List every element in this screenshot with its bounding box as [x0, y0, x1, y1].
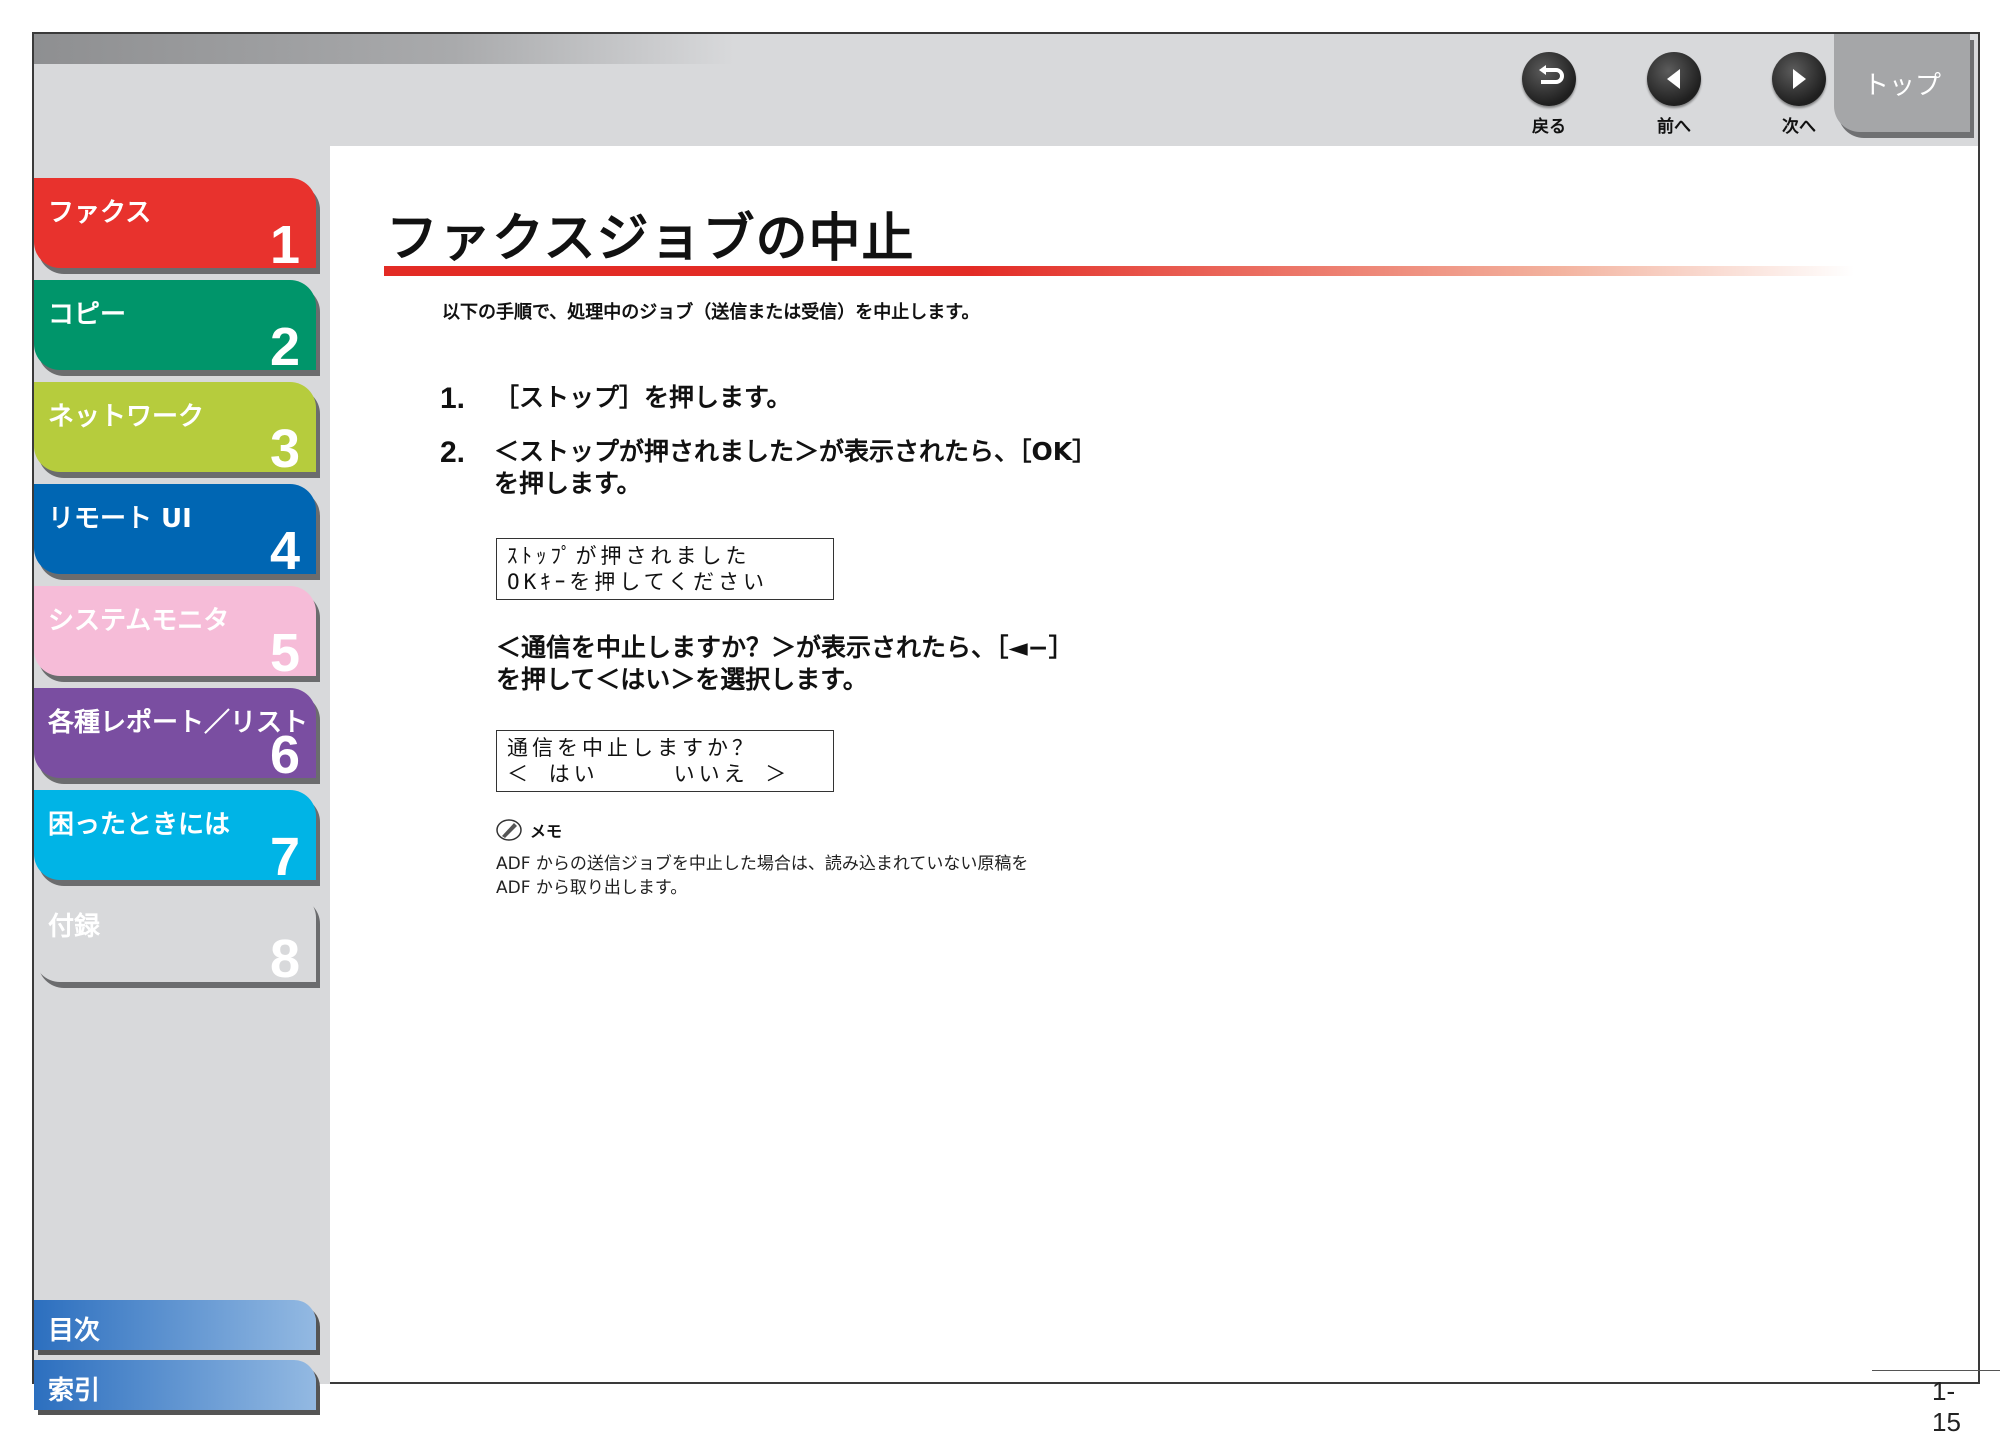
- sidebar: ファクス 1 コピー 2 ネットワーク 3 リモート UI 4 システムモニタ …: [34, 146, 330, 1410]
- lcd-line1: 通信を中止しますか？: [507, 736, 757, 760]
- memo-line1: ADF からの送信ジョブを中止した場合は、読み込まれていない原稿を: [496, 854, 1029, 874]
- lcd-line2: OKｷｰを押してください: [507, 570, 769, 594]
- chevron-left-icon: [1647, 52, 1701, 106]
- chapter-title: リモート UI: [48, 504, 192, 534]
- substep-text: ＜通信を中止しますか？＞が表示されたら、［◄−］ を押して＜はい＞を選択します。: [496, 632, 1074, 696]
- chapter-number: 6: [269, 725, 300, 785]
- lcd-line2: ＜ はい いいえ ＞: [507, 762, 791, 786]
- chapter-title: 付録: [48, 912, 101, 942]
- index-label: 索引: [48, 1376, 101, 1406]
- chapter-tab-fax[interactable]: ファクス 1: [34, 178, 316, 275]
- chapter-tab-troubleshooting[interactable]: 困ったときには 7: [34, 790, 316, 887]
- chapter-number: 5: [269, 623, 300, 683]
- prev-label: 前へ: [1657, 117, 1691, 137]
- next-label: 次へ: [1782, 117, 1816, 137]
- index-button[interactable]: 索引: [34, 1360, 316, 1410]
- top-button[interactable]: トップ: [1834, 34, 1970, 132]
- chapter-number: 4: [269, 521, 300, 581]
- chapter-title: コピー: [48, 300, 127, 330]
- chapter-tab-appendix[interactable]: 付録 8: [34, 892, 316, 989]
- intro-text: 以下の手順で、処理中のジョブ（送信または受信）を中止します。: [442, 302, 980, 323]
- chapter-number: 1: [269, 215, 300, 275]
- back-label: 戻る: [1532, 117, 1566, 137]
- chapter-title: ネットワーク: [48, 402, 205, 432]
- chapter-number: 2: [269, 317, 300, 377]
- top-bar: 戻る 前へ 次へ トップ: [34, 34, 1978, 146]
- chapter-tab-network[interactable]: ネットワーク 3: [34, 382, 316, 479]
- chapter-tab-remote-ui[interactable]: リモート UI 4: [34, 484, 316, 581]
- memo-heading: メモ: [496, 818, 562, 842]
- chapter-tab-reports-lists[interactable]: 各種レポート／リスト 6: [34, 688, 316, 785]
- pencil-icon: [496, 819, 522, 841]
- step-2: 2. ＜ストップが押されました＞が表示されたら、［OK］ を押します。: [440, 436, 1097, 500]
- chapter-title: ファクス: [48, 198, 152, 228]
- page-number: 1-15: [1932, 1376, 1961, 1437]
- step-text-line1: ＜ストップが押されました＞が表示されたら、［OK］: [494, 437, 1098, 466]
- memo-text: ADF からの送信ジョブを中止した場合は、読み込まれていない原稿を ADF から…: [496, 852, 1028, 900]
- contents-label: 目次: [48, 1316, 101, 1346]
- chapter-title: 困ったときには: [48, 810, 231, 840]
- contents-button[interactable]: 目次: [34, 1300, 316, 1350]
- step-1: 1. ［ストップ］を押します。: [440, 382, 792, 416]
- chapter-number: 3: [269, 419, 300, 479]
- back-button[interactable]: 戻る: [1509, 52, 1589, 137]
- lcd-line1: ｽﾄｯﾌﾟが押されました: [507, 544, 751, 568]
- page-frame: 戻る 前へ 次へ トップ ファクス 1 コピー 2 ネットワーク 3 リモート …: [32, 32, 2000, 1437]
- page-number-rule: [1872, 1370, 2000, 1371]
- next-button[interactable]: 次へ: [1759, 52, 1839, 137]
- chapter-title: システムモニタ: [48, 606, 230, 636]
- memo-line2: ADF から取り出します。: [496, 878, 688, 898]
- chapter-number: 8: [269, 929, 300, 989]
- back-icon: [1522, 52, 1576, 106]
- step-number: 2.: [440, 436, 466, 469]
- substep-line1: ＜通信を中止しますか？＞が表示されたら、［◄−］: [496, 633, 1074, 662]
- chapter-number: 7: [269, 827, 300, 887]
- step-number: 1.: [440, 382, 466, 415]
- title-rule: [384, 266, 1854, 276]
- chapter-tab-copy[interactable]: コピー 2: [34, 280, 316, 377]
- step-text: ［ストップ］を押します。: [494, 383, 792, 412]
- chapter-tab-system-monitor[interactable]: システムモニタ 5: [34, 586, 316, 683]
- lcd-display-cancel: 通信を中止しますか？ ＜ はい いいえ ＞: [496, 730, 834, 792]
- step-text-line2: を押します。: [494, 469, 642, 498]
- prev-button[interactable]: 前へ: [1634, 52, 1714, 137]
- substep-line2: を押して＜はい＞を選択します。: [496, 665, 868, 694]
- page-title: ファクスジョブの中止: [386, 209, 915, 269]
- memo-heading-text: メモ: [530, 822, 563, 841]
- top-bar-gradient: [34, 34, 734, 64]
- lcd-display-stop: ｽﾄｯﾌﾟが押されました OKｷｰを押してください: [496, 538, 834, 600]
- chevron-right-icon: [1772, 52, 1826, 106]
